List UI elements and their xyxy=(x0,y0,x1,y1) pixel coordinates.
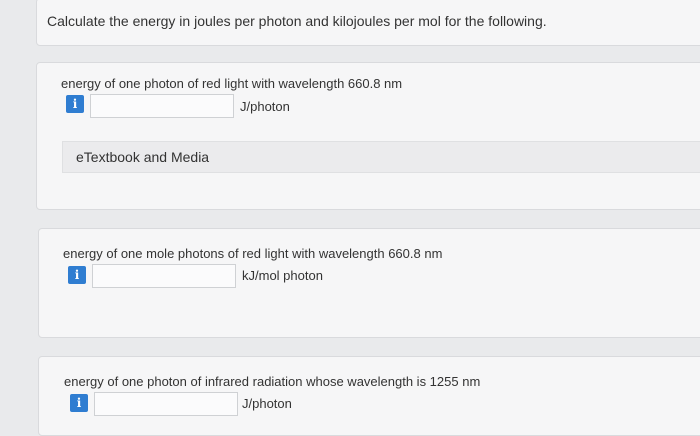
question-3-text: energy of one photon of infrared radiati… xyxy=(64,374,481,389)
unit-label-3: J/photon xyxy=(242,396,292,411)
unit-label-1: J/photon xyxy=(240,99,290,114)
info-icon[interactable]: i xyxy=(68,266,86,284)
unit-label-2: kJ/mol photon xyxy=(242,268,323,283)
info-icon[interactable]: i xyxy=(66,95,84,113)
answer-input-3[interactable] xyxy=(94,392,238,416)
info-icon[interactable]: i xyxy=(70,394,88,412)
question-1-text: energy of one photon of red light with w… xyxy=(61,76,403,91)
instructions-text: Calculate the energy in joules per photo… xyxy=(47,13,547,29)
question-2-text: energy of one mole photons of red light … xyxy=(63,246,443,261)
answer-input-1[interactable] xyxy=(90,94,234,118)
etextbook-media-link[interactable]: eTextbook and Media xyxy=(62,141,700,173)
answer-input-2[interactable] xyxy=(92,264,236,288)
